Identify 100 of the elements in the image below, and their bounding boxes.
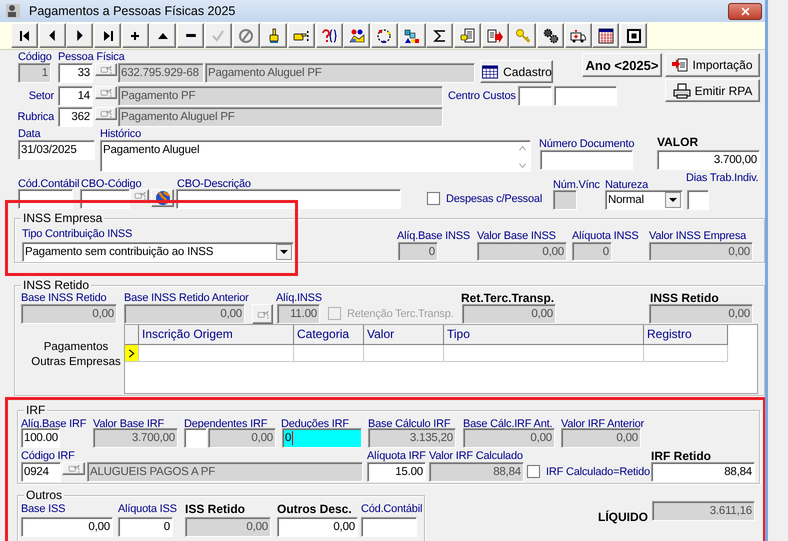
field-label: Pessoa Física (58, 51, 126, 63)
aliquota-iss-field[interactable]: 0 (118, 517, 173, 537)
field-label: Alíquota INSS (572, 230, 640, 242)
column-header[interactable]: Categoria (294, 325, 364, 345)
deductions-field[interactable]: 0 (282, 428, 362, 448)
column-header[interactable]: Registro (644, 325, 728, 345)
hand-icon (132, 190, 146, 201)
ledger-code-field[interactable] (361, 517, 417, 537)
valor-calculado-field[interactable]: 88,84 (429, 462, 524, 482)
toolbar-button[interactable] (537, 23, 564, 48)
aliq-field[interactable]: 11.00 (277, 304, 320, 324)
field-label: Tipo Contribuição INSS (22, 228, 134, 240)
toolbar-button[interactable] (592, 23, 620, 48)
register-button[interactable]: Cadastro (480, 60, 553, 83)
field-label: Natureza (605, 179, 650, 191)
calendar-icon (481, 64, 500, 78)
lookup-button[interactable] (252, 304, 273, 324)
import-button[interactable]: Importação (665, 53, 760, 77)
toolbar-button[interactable] (398, 23, 426, 48)
irf-code-field[interactable]: 0924 (21, 462, 61, 482)
toolbar-button[interactable] (66, 23, 94, 48)
toolbar-button[interactable] (122, 23, 149, 48)
toolbar-button[interactable] (454, 23, 481, 48)
net-amount-field[interactable]: 3.611,16 (652, 501, 755, 521)
toolbar-button[interactable] (38, 23, 66, 48)
checkbox[interactable] (527, 465, 540, 478)
cpf-field[interactable]: 632.795.929-68 (118, 63, 204, 83)
field-heading: Outros Desc. (277, 503, 353, 515)
irf-description-field[interactable]: ALUGUEIS PAGOS A PF (87, 462, 363, 482)
row-indicator[interactable] (125, 345, 139, 362)
category-code-field[interactable]: 362 (58, 107, 93, 127)
field-label: Rubrica (16, 111, 54, 123)
field-heading: VALOR (657, 136, 700, 148)
column-header[interactable]: Inscrição Origem (139, 325, 294, 345)
query-icon (321, 28, 338, 44)
outros-desc-field[interactable]: 0,00 (277, 517, 358, 537)
year-button[interactable]: Ano <2025> (582, 53, 662, 77)
toolbar-button[interactable] (260, 23, 288, 48)
person-name-field[interactable]: Pagamento Aluguel PF (205, 63, 475, 83)
toolbar-button[interactable] (564, 23, 592, 48)
days-field[interactable] (687, 190, 709, 210)
toolbar-button[interactable] (343, 23, 370, 48)
inss-withheld-field[interactable]: 0,00 (649, 304, 753, 324)
toolbar-button[interactable] (288, 23, 315, 48)
iss-retido-field[interactable]: 0,00 (185, 517, 271, 537)
rpa-button[interactable]: Emitir RPA (665, 79, 760, 102)
ret-terc-transp-field[interactable]: 0,00 (462, 304, 556, 324)
base-iss-field[interactable]: 0,00 (21, 517, 113, 537)
base-field[interactable]: 0,00 (21, 304, 117, 324)
person-code-field[interactable]: 33 (58, 63, 93, 83)
lookup-button[interactable] (95, 86, 117, 99)
toolbar-button[interactable] (482, 23, 509, 48)
dependents-amount-field[interactable]: 0,00 (208, 428, 276, 448)
cost-center-code-field[interactable] (518, 86, 552, 106)
amount-field[interactable]: 3.700,00 (657, 150, 760, 170)
sector-code-field[interactable]: 14 (58, 86, 93, 106)
cost-center-name-field[interactable] (554, 86, 617, 106)
contribution-type-dropdown[interactable]: Pagamento sem contribuição ao INSS (22, 242, 294, 262)
toolbar-button[interactable] (316, 23, 343, 48)
hand-icon (99, 108, 113, 119)
date-field[interactable]: 31/03/2025 (18, 140, 95, 160)
document-arrow-icon (487, 28, 504, 44)
valor-anterior-field[interactable]: 0,00 (561, 428, 641, 448)
lookup-button[interactable] (95, 107, 117, 120)
dependents-count-field[interactable] (184, 428, 207, 448)
lookup-button[interactable] (62, 462, 85, 475)
irf-withheld-field[interactable]: 88,84 (651, 462, 755, 482)
toolbar-button[interactable] (11, 23, 38, 48)
category-name-field[interactable]: Pagamento Aluguel PF (118, 107, 443, 127)
sector-name-field[interactable]: Pagamento PF (118, 86, 443, 106)
code-field[interactable]: 1 (18, 63, 51, 83)
data-grid[interactable]: Inscrição Origem Categoria Valor Tipo Registro (124, 324, 758, 394)
lookup-button[interactable] (95, 63, 117, 76)
aliq-base-field[interactable]: 0 (398, 242, 438, 261)
toolbar-button[interactable] (149, 23, 176, 48)
base-calc-ant-field[interactable]: 0,00 (463, 428, 555, 448)
valor-base-field[interactable]: 0,00 (477, 242, 567, 261)
history-field[interactable]: Pagamento Aluguel (100, 140, 531, 172)
aliquota-field[interactable]: 15.00 (367, 462, 426, 482)
document-number-field[interactable] (540, 150, 633, 170)
checkbox[interactable] (427, 192, 440, 205)
toolbar-button[interactable] (426, 23, 454, 48)
close-button[interactable] (728, 2, 762, 20)
valor-base-field[interactable]: 3.700,00 (93, 428, 178, 448)
column-header[interactable]: Tipo (444, 325, 644, 345)
toolbar-button[interactable] (370, 23, 398, 48)
column-header[interactable]: Valor (364, 325, 444, 345)
sum-icon (432, 28, 448, 44)
base-calculo-field[interactable]: 3.135,20 (368, 428, 456, 448)
cbo-description-field[interactable] (176, 189, 401, 209)
field-label: Alíq.INSS (276, 292, 323, 304)
aliquota-field[interactable]: 0 (572, 242, 612, 261)
base-anterior-field[interactable]: 0,00 (124, 304, 245, 324)
valor-empresa-field[interactable]: 0,00 (649, 242, 753, 261)
nature-dropdown[interactable]: Normal (605, 190, 683, 210)
link-number-field[interactable] (553, 190, 577, 210)
toolbar-button[interactable] (94, 23, 122, 48)
aliq-base-field[interactable]: 100.00 (21, 428, 60, 448)
toolbar-button[interactable] (620, 23, 648, 48)
toolbar-button[interactable] (177, 23, 204, 48)
